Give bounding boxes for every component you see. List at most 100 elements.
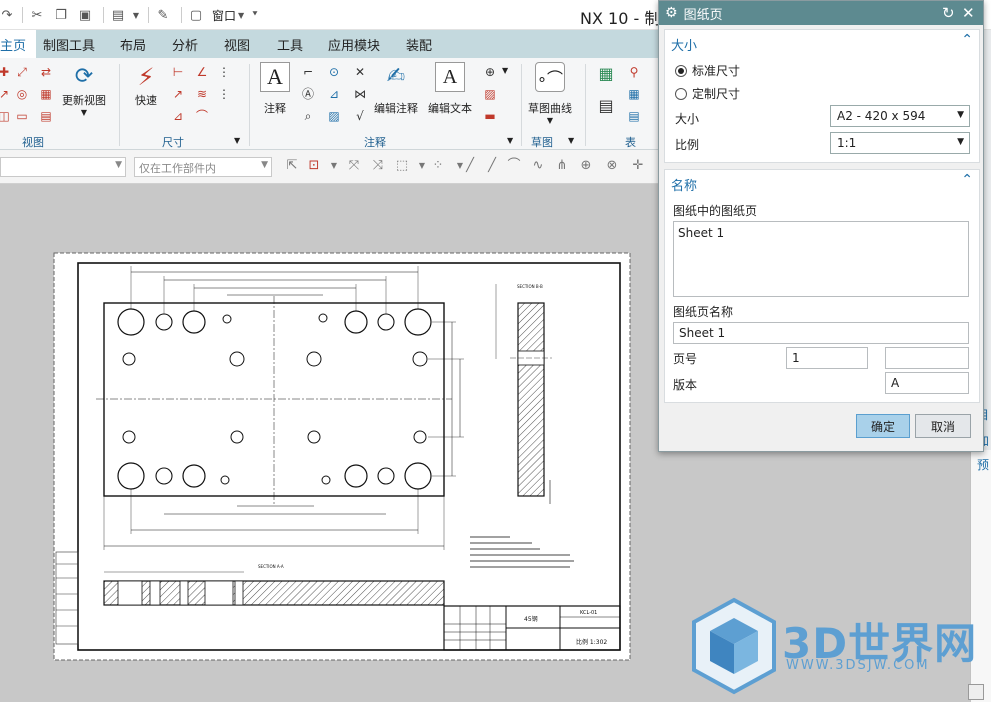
selection-scope-dropdown[interactable]: 仅在工作部件内 ▼ [134, 157, 272, 177]
standard-size-option[interactable]: 标准尺寸 [675, 62, 740, 79]
dropdown-arrow-icon[interactable]: ▼ [234, 136, 240, 145]
dropdown-arrow-icon[interactable]: ▼ [502, 66, 508, 75]
image-icon[interactable]: ▨ [326, 108, 342, 124]
base-view-icon[interactable]: ✚ [0, 64, 12, 80]
thickness-dimension-icon[interactable]: ≋ [194, 86, 210, 102]
sketch-curve-button[interactable]: ∘⌒ 草图曲线 ▼ [528, 62, 572, 125]
custom-size-option[interactable]: 定制尺寸 [675, 85, 740, 102]
quadrant-icon[interactable]: ⊗ [604, 158, 620, 174]
tab-view[interactable]: 视图 [224, 35, 250, 54]
cut-icon[interactable]: ✂ [27, 5, 47, 25]
break-view-icon[interactable]: ▭ [14, 108, 30, 124]
parts-list-icon[interactable]: ▤ [596, 98, 616, 118]
select-filter-icon[interactable]: ⇱ [284, 158, 300, 174]
customize-toolbar-icon[interactable]: ⯆ [250, 5, 260, 25]
revision-field[interactable]: A [885, 372, 969, 394]
close-icon[interactable]: ✕ [962, 4, 975, 22]
reset-icon[interactable]: ↻ [942, 4, 955, 22]
dropdown-arrow-icon[interactable]: ▼ [547, 116, 553, 125]
symbol-icon[interactable]: ✕ [352, 64, 368, 80]
page-number-extra-field[interactable] [885, 347, 969, 369]
edit-text-button[interactable]: A 编辑文本 [428, 62, 472, 116]
snap-point-icon[interactable]: ⁘ [430, 158, 446, 174]
repeat-command-icon[interactable]: ▤ [108, 5, 128, 25]
size-select[interactable]: A2 - 420 x 594 ▼ [830, 105, 970, 127]
sheets-list[interactable]: Sheet 1 [673, 221, 969, 297]
spline-icon[interactable]: ∿ [530, 158, 546, 174]
tab-applications[interactable]: 应用模块 [328, 35, 380, 54]
line-icon[interactable]: ╱ [462, 158, 478, 174]
snap-endpoint-icon[interactable]: ⤧ [346, 158, 362, 174]
note-button[interactable]: A 注释 [260, 62, 290, 116]
sheet-name-field[interactable]: Sheet 1 [673, 322, 969, 344]
hole-table-icon[interactable]: ▤ [626, 108, 642, 124]
page-number-field[interactable]: 1 [786, 347, 868, 369]
touch-mode-icon[interactable]: ✎ [153, 5, 173, 25]
radio-unselected-icon[interactable] [675, 87, 687, 100]
projected-view-icon[interactable]: ↗ [0, 86, 12, 102]
dropdown-arrow-icon[interactable]: ▼ [81, 108, 87, 117]
tab-home[interactable]: 主页 [0, 30, 37, 58]
area-fill-icon[interactable]: ▬ [482, 108, 498, 124]
dropdown-arrow-icon[interactable]: ▼ [132, 5, 140, 25]
rapid-dimension-button[interactable]: ⚡ 快速 [130, 62, 162, 108]
collapse-icon[interactable]: ⌃ [961, 172, 973, 188]
dropdown-arrow-icon[interactable]: ▼ [326, 158, 342, 174]
auxiliary-view-icon[interactable]: ▤ [38, 108, 54, 124]
selection-intent-icon[interactable]: ⊡ [306, 158, 322, 174]
target-point-icon[interactable]: ⊕ [482, 64, 498, 80]
type-filter-dropdown[interactable]: ▼ [0, 157, 126, 177]
scroll-corner[interactable] [968, 684, 984, 700]
crosshair-icon[interactable]: ✛ [630, 158, 646, 174]
hatch-icon[interactable]: ▨ [482, 86, 498, 102]
dimension-options-icon[interactable]: ⋮ [216, 86, 232, 102]
dropdown-arrow-icon[interactable]: ▼ [568, 136, 574, 145]
rectangle-select-icon[interactable]: ⬚ [394, 158, 410, 174]
edit-note-button[interactable]: ✍ 编辑注释 [374, 62, 418, 116]
tab-assemblies[interactable]: 装配 [406, 35, 432, 54]
ordinate-dimension-icon[interactable]: ⋮ [216, 64, 232, 80]
angular-dimension-icon[interactable]: ∠ [194, 64, 210, 80]
window-icon[interactable]: ▢ [186, 5, 206, 25]
paste-icon[interactable]: ▣ [75, 5, 95, 25]
balloon-icon[interactable]: ⚲ [626, 64, 642, 80]
intersection-icon[interactable]: ⋔ [554, 158, 570, 174]
circle-center-icon[interactable]: ⊕ [578, 158, 594, 174]
dropdown-arrow-icon[interactable]: ▼ [414, 158, 430, 174]
cancel-button[interactable]: 取消 [915, 414, 971, 438]
datum-feature-icon[interactable]: Ⓐ [300, 86, 316, 102]
sheet-list-item[interactable]: Sheet 1 [678, 226, 964, 240]
section-view-icon[interactable]: ◫ [0, 108, 12, 124]
dropdown-arrow-icon[interactable]: ▼ [507, 136, 513, 145]
datum-target-icon[interactable]: ⊙ [326, 64, 342, 80]
tab-drafting-tools[interactable]: 制图工具 [43, 35, 95, 54]
chamfer-dimension-icon[interactable]: ⊿ [170, 108, 186, 124]
check-symbol-icon[interactable]: √ [352, 108, 368, 124]
tab-tools[interactable]: 工具 [277, 35, 303, 54]
arc-length-dimension-icon[interactable]: ⌒ [194, 108, 210, 124]
update-view-button[interactable]: ⟳ 更新视图 ▼ [62, 62, 106, 117]
drawing-canvas[interactable]: SECTION B-B SECTION A-A 45钢 KCL-01 比例 1:… [0, 184, 660, 702]
tab-layout[interactable]: 布局 [120, 35, 146, 54]
dropdown-arrow-icon[interactable]: ▼ [236, 5, 246, 25]
surface-finish-icon[interactable]: ⊿ [326, 86, 342, 102]
radio-selected-icon[interactable] [675, 64, 687, 77]
scale-select[interactable]: 1:1 ▼ [830, 132, 970, 154]
tab-analysis[interactable]: 分析 [172, 35, 198, 54]
linear-dimension-icon[interactable]: ⊢ [170, 64, 186, 80]
feature-control-frame-icon[interactable]: ⌐ [300, 64, 316, 80]
snap-midpoint-icon[interactable]: ⤨ [370, 158, 386, 174]
ok-button[interactable]: 确定 [856, 414, 910, 438]
line-icon[interactable]: ╱ [484, 158, 500, 174]
search-icon[interactable]: ⌕ [300, 108, 316, 124]
collapse-icon[interactable]: ⌃ [961, 32, 973, 48]
view-break-icon[interactable]: ▦ [38, 86, 54, 102]
redo-icon[interactable]: ↷ [0, 5, 14, 25]
standard-views-icon[interactable]: ⇄ [38, 64, 54, 80]
tabular-note-icon[interactable]: ▦ [596, 66, 616, 86]
view-creation-icon[interactable]: ⤢ [14, 64, 30, 80]
radial-dimension-icon[interactable]: ↗ [170, 86, 186, 102]
copy-icon[interactable]: ❐ [51, 5, 71, 25]
detail-view-icon[interactable]: ◎ [14, 86, 30, 102]
weld-symbol-icon[interactable]: ⋈ [352, 86, 368, 102]
